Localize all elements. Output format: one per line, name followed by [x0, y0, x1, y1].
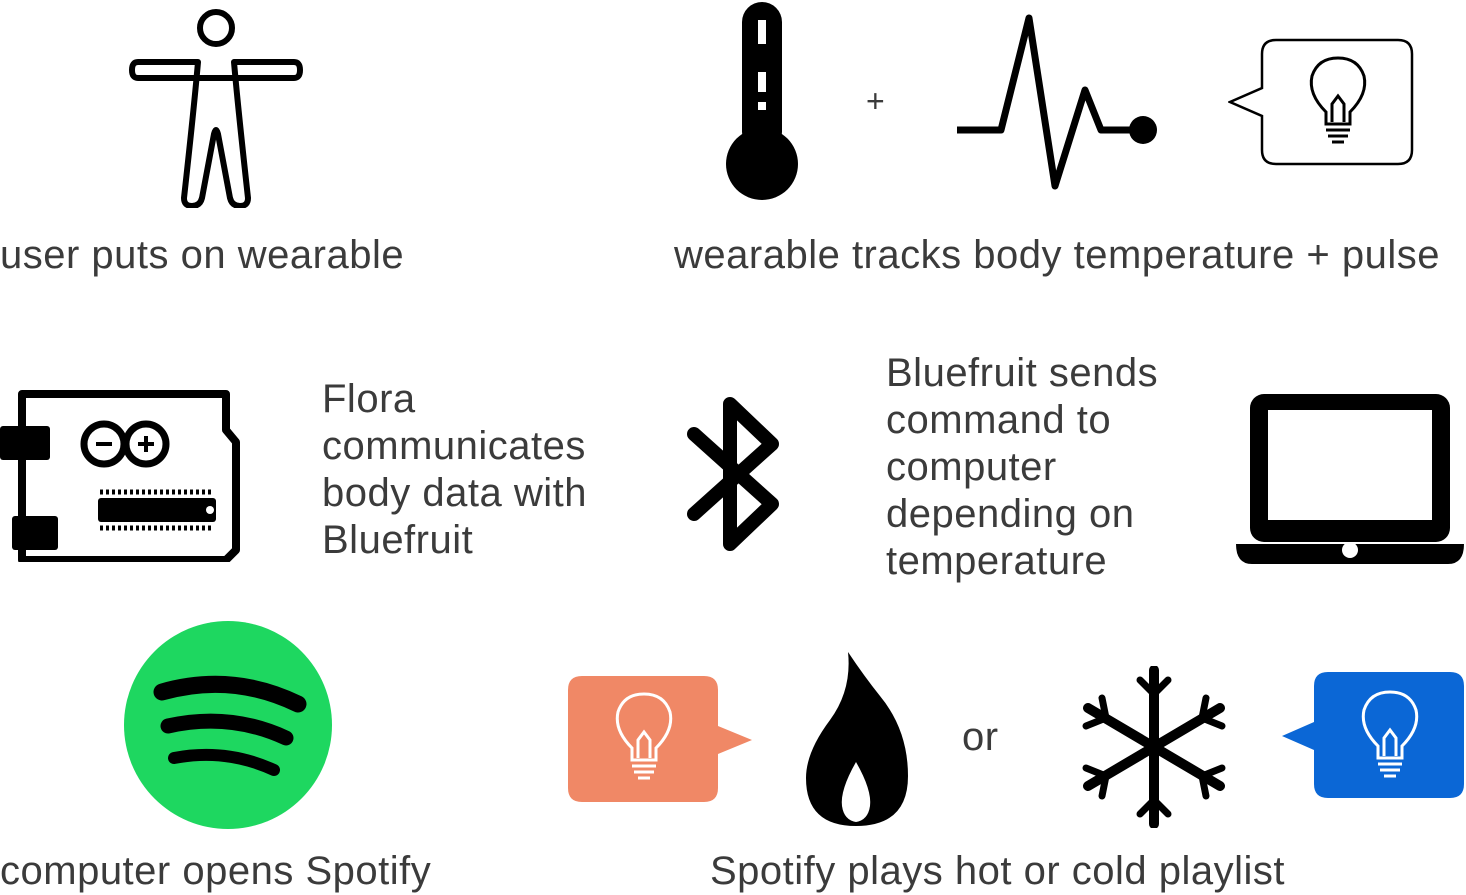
- step-spotify-label: computer opens Spotify: [0, 849, 432, 893]
- step-flora-text: Flora communicates body data with Bluefr…: [322, 376, 587, 564]
- bluefruit-line-1: Bluefruit sends: [886, 351, 1159, 395]
- bluefruit-line-5: temperature: [886, 539, 1108, 583]
- flora-line-4: Bluefruit: [322, 518, 474, 562]
- thermometer-icon: [726, 2, 798, 200]
- pulse-icon: [957, 14, 1157, 190]
- step-playlist-label: Spotify plays hot or cold playlist: [710, 849, 1286, 893]
- or-label: or: [962, 715, 999, 759]
- laptop-icon: [1236, 394, 1464, 564]
- bluetooth-icon: [687, 397, 779, 551]
- step-track-label: wearable tracks body temperature + pulse: [674, 233, 1440, 277]
- bluefruit-line-3: computer: [886, 445, 1057, 489]
- person-icon: [129, 9, 303, 208]
- flame-icon: [806, 652, 908, 826]
- step-bluefruit-text: Bluefruit sends command to computer depe…: [886, 350, 1158, 585]
- flora-line-2: communicates: [322, 424, 586, 468]
- cold-lightbulb-bubble-icon: [1282, 672, 1464, 798]
- step-wear-label: user puts on wearable: [0, 233, 405, 277]
- plus-sign: +: [866, 83, 886, 119]
- bluefruit-line-4: depending on: [886, 492, 1135, 536]
- snowflake-icon: [1082, 666, 1226, 828]
- flora-line-3: body data with: [322, 471, 587, 515]
- lightbulb-bubble-icon: [1228, 38, 1414, 166]
- bluefruit-line-2: command to: [886, 398, 1112, 442]
- flora-line-1: Flora: [322, 377, 416, 421]
- spotify-logo-icon: [124, 621, 332, 829]
- hot-lightbulb-bubble-icon: [568, 676, 752, 802]
- arduino-board-icon: [0, 390, 240, 562]
